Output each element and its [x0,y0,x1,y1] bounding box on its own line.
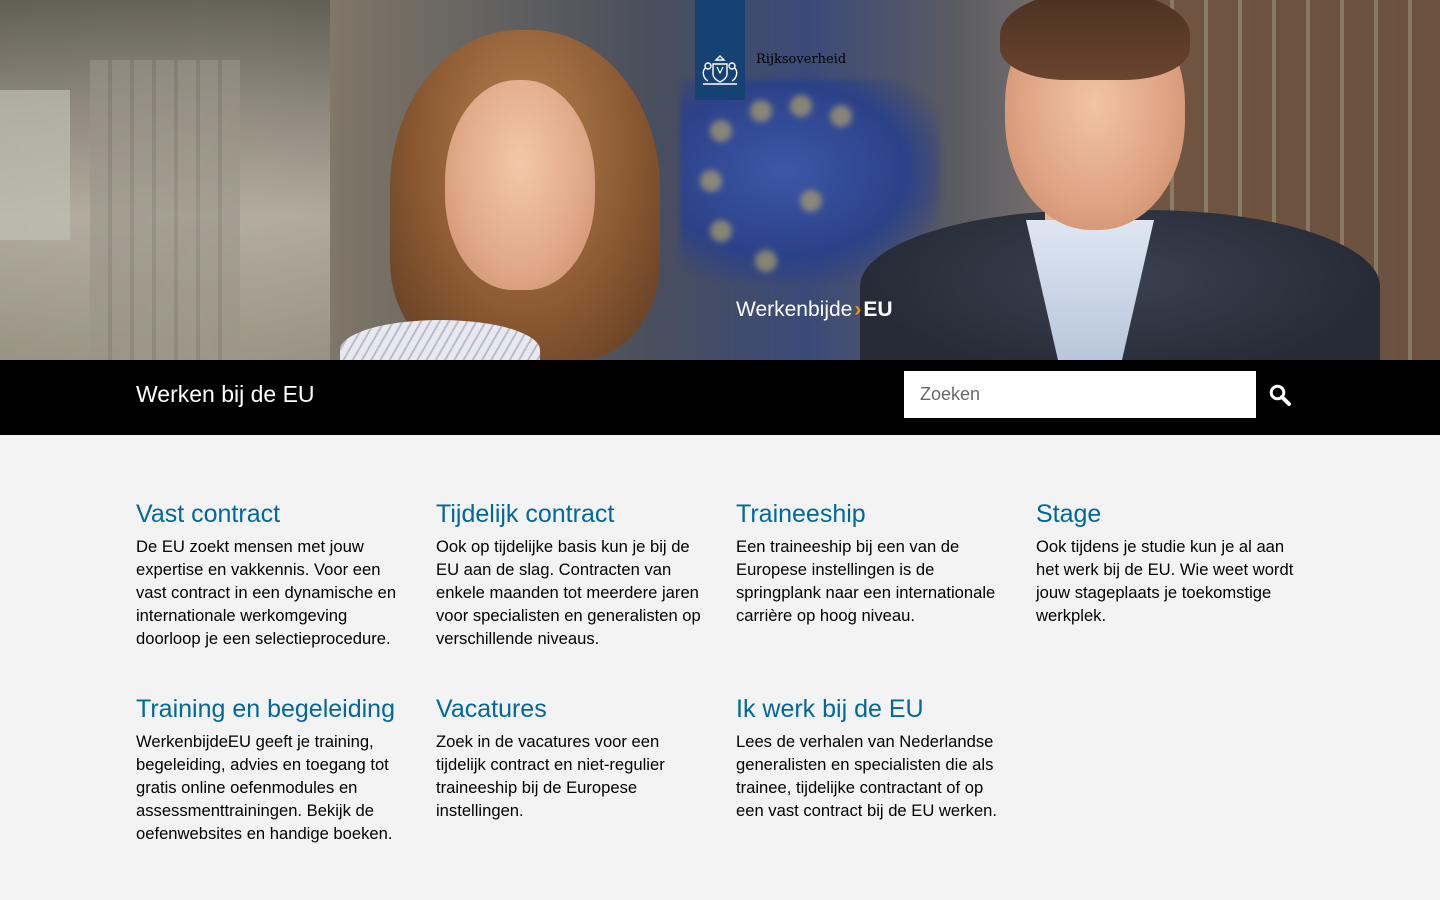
card-vacatures: Vacatures Zoek in de vacatures voor een … [436,692,706,845]
card-traineeship: Traineeship Een traineeship bij een van … [736,497,1006,650]
site-header-bar: Werken bij de EU [0,360,1440,435]
card-tijdelijk-contract: Tijdelijk contract Ook op tijdelijke bas… [436,497,706,650]
category-grid: Vast contract De EU zoekt mensen met jou… [136,497,1306,845]
search-icon [1269,384,1291,406]
hero-photo-woman [340,20,690,360]
card-training-en-begeleiding: Training en begeleiding WerkenbijdeEU ge… [136,692,406,845]
card-title-link[interactable]: Stage [1036,497,1306,531]
card-description: Zoek in de vacatures voor een tijdelijk … [436,732,665,820]
card-title-link[interactable]: Traineeship [736,497,1006,531]
hero-photo-man [860,0,1380,360]
card-title-link[interactable]: Vacatures [436,692,706,726]
card-ik-werk-bij-de-eu: Ik werk bij de EU Lees de verhalen van N… [736,692,1006,845]
card-title-link[interactable]: Ik werk bij de EU [736,692,1006,726]
card-stage: Stage Ook tijdens je studie kun je al aa… [1036,497,1306,650]
hero-banner: Rijksoverheid Werkenbijde › EU [0,0,1440,360]
brand-chevron-icon: › [854,298,862,321]
card-description: De EU zoekt mensen met jouw expertise en… [136,537,397,648]
card-vast-contract: Vast contract De EU zoekt mensen met jou… [136,497,406,650]
werkenbijdeeu-brand-logo: Werkenbijde › EU [736,298,893,322]
logo-text: Rijksoverheid [756,52,847,67]
rijksoverheid-logo [695,0,745,100]
card-description: Ook tijdens je studie kun je al aan het … [1036,537,1294,625]
card-title-link[interactable]: Training en begeleiding [136,692,406,726]
brand-part2: EU [863,298,893,321]
card-title-link[interactable]: Tijdelijk contract [436,497,706,531]
coat-of-arms-icon [702,55,738,85]
search-input[interactable] [904,371,1256,418]
search-button[interactable] [1256,371,1304,418]
hero-background-building-left [0,0,330,360]
brand-part1: Werkenbijde [736,298,853,321]
site-title[interactable]: Werken bij de EU [136,381,315,408]
card-title-link[interactable]: Vast contract [136,497,406,531]
card-description: WerkenbijdeEU geeft je training, begelei… [136,732,393,843]
card-description: Een traineeship bij een van de Europese … [736,537,996,625]
card-description: Ook op tijdelijke basis kun je bij de EU… [436,537,701,648]
card-description: Lees de verhalen van Nederlandse general… [736,732,998,820]
rijksoverheid-logo-link[interactable]: Rijksoverheid [695,0,846,100]
